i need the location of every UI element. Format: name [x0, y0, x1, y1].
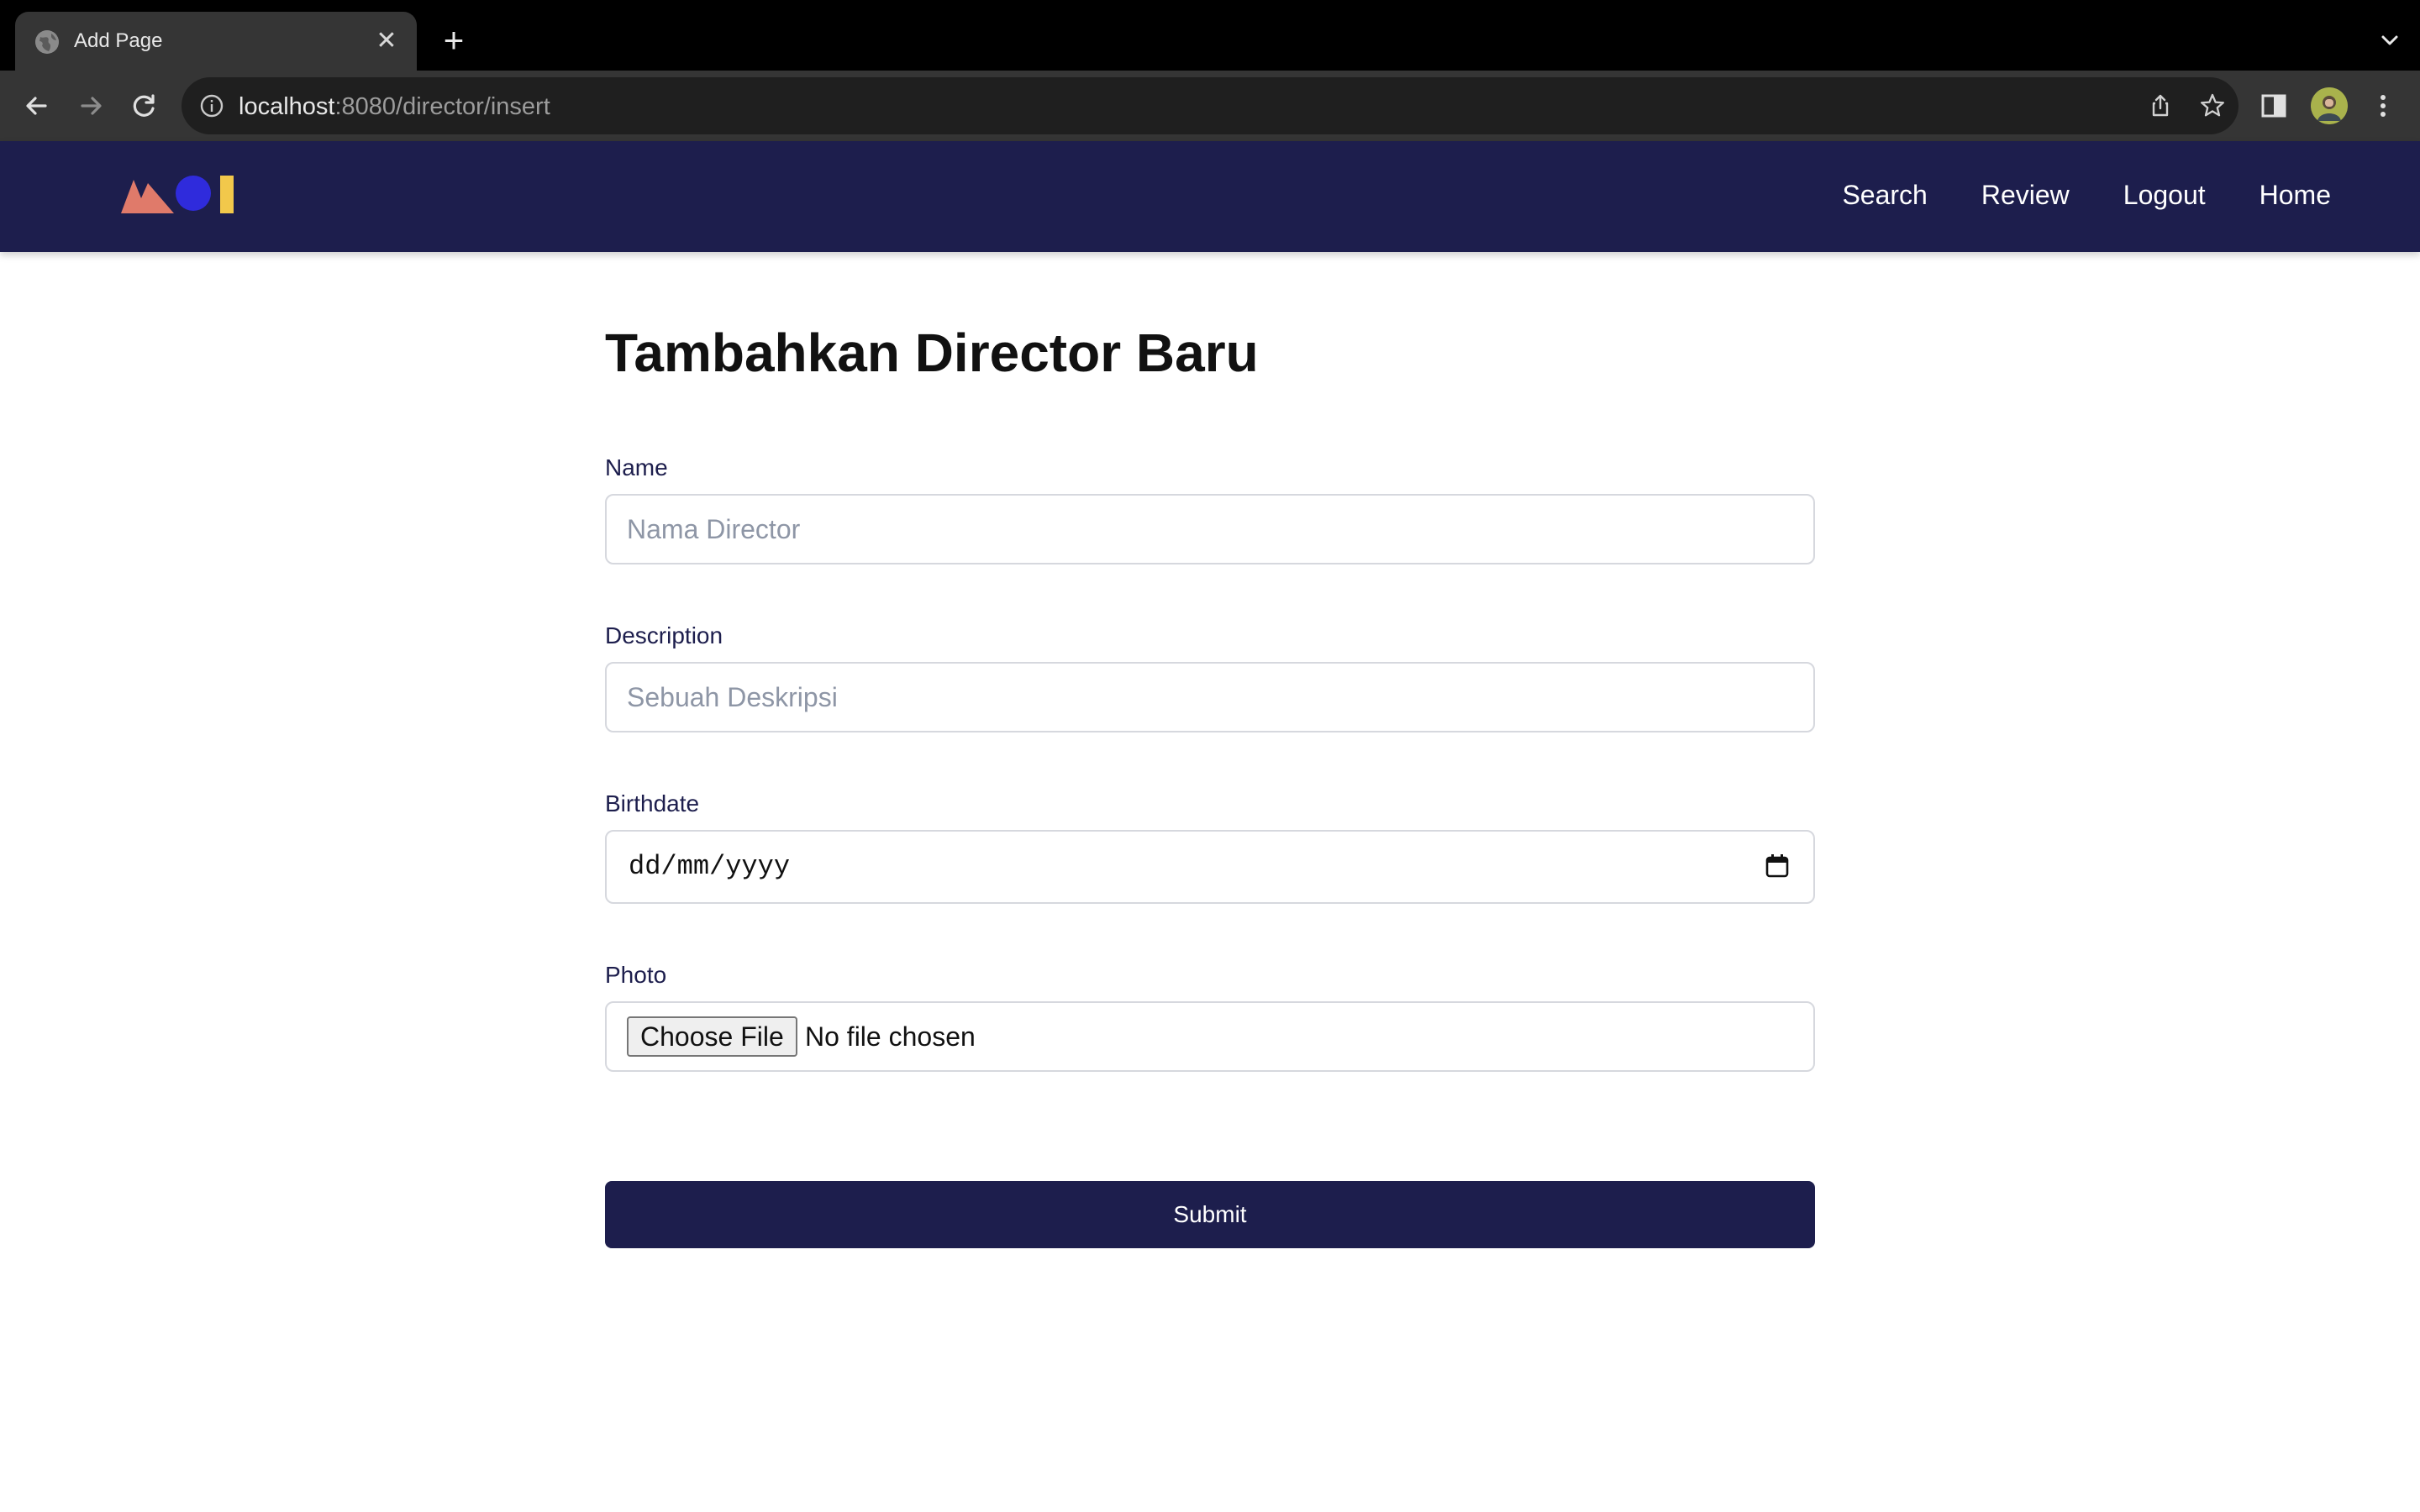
forward-arrow-icon[interactable]	[72, 87, 109, 124]
new-tab-icon[interactable]: +	[437, 23, 471, 58]
description-field-wrapper	[605, 662, 1815, 732]
description-label: Description	[605, 622, 723, 648]
description-input[interactable]	[607, 664, 1813, 731]
globe-icon	[35, 30, 59, 54]
tab-search-chevron-icon[interactable]	[2375, 25, 2405, 55]
calendar-icon[interactable]	[1763, 852, 1791, 880]
site-navbar: Search Review Logout Home	[0, 141, 2420, 252]
tab-title: Add Page	[74, 29, 163, 52]
url-text: localhost:8080/director/insert	[239, 93, 550, 120]
name-label: Name	[605, 454, 668, 480]
no-file-chosen-text: No file chosen	[805, 1021, 976, 1052]
site-info-icon[interactable]	[198, 92, 225, 119]
nav-link-search[interactable]: Search	[1842, 178, 1927, 212]
birthdate-placeholder: dd/mm/yyyy	[629, 851, 791, 882]
page-title: Tambahkan Director Baru	[605, 323, 1259, 383]
back-arrow-icon[interactable]	[18, 87, 55, 124]
nav-link-home[interactable]: Home	[2260, 178, 2331, 212]
profile-avatar[interactable]	[2311, 87, 2348, 124]
nav-links: Search Review Logout Home	[1842, 178, 2331, 212]
browser-tabstrip: Add Page ✕ +	[0, 0, 2420, 71]
close-tab-icon[interactable]: ✕	[371, 26, 402, 56]
photo-file-input: Choose File No file chosen	[605, 1001, 1815, 1072]
birthdate-input[interactable]: dd/mm/yyyy	[605, 830, 1815, 904]
reload-icon[interactable]	[126, 87, 163, 124]
nav-link-logout[interactable]: Logout	[2123, 178, 2206, 212]
side-panel-icon[interactable]	[2257, 89, 2291, 123]
site-logo[interactable]	[121, 173, 235, 215]
choose-file-button[interactable]: Choose File	[627, 1016, 797, 1057]
name-input[interactable]	[607, 496, 1813, 563]
bookmark-star-icon[interactable]	[2198, 92, 2227, 120]
name-field-wrapper	[605, 494, 1815, 564]
browser-toolbar: localhost:8080/director/insert	[0, 71, 2420, 141]
nav-link-review[interactable]: Review	[1981, 178, 2070, 212]
submit-button[interactable]: Submit	[605, 1181, 1815, 1248]
share-icon[interactable]	[2146, 92, 2175, 120]
photo-label: Photo	[605, 962, 667, 988]
more-menu-icon[interactable]	[2366, 89, 2400, 123]
address-bar[interactable]: localhost:8080/director/insert	[182, 77, 2238, 134]
birthdate-label: Birthdate	[605, 790, 700, 816]
browser-tab[interactable]: Add Page ✕	[15, 12, 417, 71]
